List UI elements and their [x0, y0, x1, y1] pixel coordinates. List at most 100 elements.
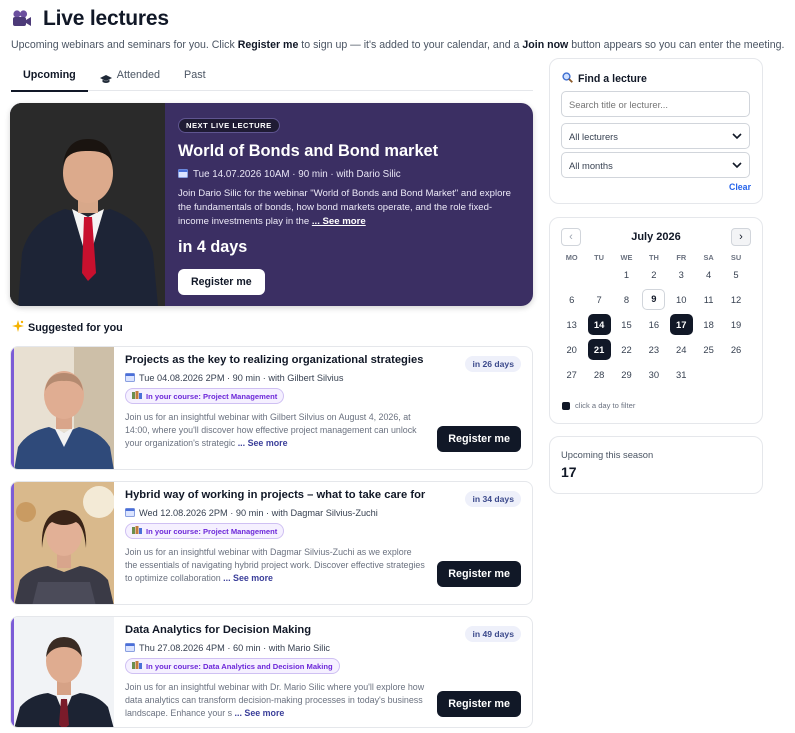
chevron-down-icon	[732, 160, 742, 171]
see-more-link[interactable]: ... See more	[223, 573, 273, 583]
search-input[interactable]	[561, 91, 750, 117]
register-button[interactable]: Register me	[437, 426, 521, 452]
hero-title: World of Bonds and Bond market	[178, 142, 439, 160]
calendar-icon	[125, 372, 135, 384]
weekday-label: MO	[565, 253, 578, 262]
calendar-day[interactable]: 26	[722, 339, 749, 360]
calendar-day[interactable]: 6	[558, 289, 585, 310]
see-more-link[interactable]: ... See more	[235, 708, 285, 718]
weekday-label: SA	[703, 253, 714, 262]
see-more-link[interactable]: ... See more	[238, 438, 288, 448]
calendar-icon	[125, 507, 135, 519]
card-meta: Tue 04.08.2026 2PM · 90 min · with Gilbe…	[125, 372, 455, 384]
tab-past[interactable]: Past	[172, 63, 218, 91]
season-panel: Upcoming this season 17	[549, 436, 763, 494]
calendar-day[interactable]: 30	[640, 364, 667, 385]
suggested-heading: Suggested for you	[12, 320, 123, 335]
magnifier-icon	[562, 72, 573, 86]
hero-content: NEXT LIVE LECTURE World of Bonds and Bon…	[178, 115, 523, 295]
calendar-day[interactable]: 8	[613, 289, 640, 310]
card-body: Hybrid way of working in projects – what…	[125, 489, 455, 585]
weekday-label: SU	[730, 253, 742, 262]
calendar-day[interactable]: 18	[695, 314, 722, 335]
card-title: Projects as the key to realizing organiz…	[125, 354, 424, 366]
hero-description: Join Dario Silic for the webinar "World …	[178, 188, 511, 228]
month-select[interactable]: All months	[561, 152, 750, 178]
register-button[interactable]: Register me	[437, 691, 521, 717]
calendar-day[interactable]: 19	[722, 314, 749, 335]
calendar-day[interactable]: 20	[558, 339, 585, 360]
card-body: Data Analytics for Decision Making Thu 2…	[125, 624, 455, 720]
lecturer-photo	[14, 347, 114, 469]
weekday-label: TH	[648, 253, 659, 262]
sparkles-icon	[12, 320, 24, 335]
calendar-day[interactable]: 13	[558, 314, 585, 335]
register-button[interactable]: Register me	[178, 268, 265, 295]
calendar-panel: ‹ July 2026 › MO TU WE TH FR SA SU 1 2 3 4 5 6 7 8 9 10…	[549, 217, 763, 424]
calendar-day[interactable]: 16	[640, 314, 667, 335]
calendar-week-row: 27 28 29 30 31	[558, 362, 750, 387]
calendar-day[interactable]: 5	[722, 264, 749, 285]
card-title: Hybrid way of working in projects – what…	[125, 489, 426, 501]
calendar-day[interactable]: 11	[695, 289, 722, 310]
lecturer-photo	[10, 103, 165, 306]
calendar-day[interactable]: 3	[668, 264, 695, 285]
calendar-week-row: 12345	[558, 262, 750, 287]
weekday-label: TU	[594, 253, 605, 262]
page-header: Live lectures Upcoming webinars and semi…	[11, 6, 786, 51]
calendar-day[interactable]: 21	[585, 339, 612, 360]
tab-attended[interactable]: Attended	[88, 63, 172, 91]
calendar-day[interactable]: 31	[668, 364, 695, 385]
calendar-empty-cell	[585, 263, 612, 286]
calendar-day[interactable]: 10	[668, 289, 695, 310]
calendar-icon	[125, 642, 135, 654]
calendar-day[interactable]: 12	[722, 289, 749, 310]
card-body: Projects as the key to realizing organiz…	[125, 354, 455, 450]
calendar-icon	[178, 168, 188, 181]
calendar-hint: click a day to filter	[562, 401, 635, 410]
calendar-empty-cell	[558, 263, 585, 286]
calendar-day[interactable]: 29	[613, 364, 640, 385]
lecturer-photo	[14, 617, 114, 727]
weekday-header: MO TU WE TH FR SA SU	[558, 253, 750, 262]
calendar-day[interactable]: 23	[640, 339, 667, 360]
calendar-day[interactable]: 25	[695, 339, 722, 360]
calendar-day[interactable]: 2	[640, 264, 667, 285]
next-month-button[interactable]: ›	[731, 228, 751, 246]
chevron-down-icon	[732, 131, 742, 142]
next-lecture-badge: NEXT LIVE LECTURE	[178, 118, 280, 133]
see-more-link[interactable]: ... See more	[312, 216, 366, 227]
books-icon	[132, 526, 142, 536]
calendar-day[interactable]: 27	[558, 364, 585, 385]
clear-filters-link[interactable]: Clear	[729, 182, 751, 192]
calendar-day[interactable]: 28	[585, 364, 612, 385]
card-description: Join us for an insightful webinar with G…	[125, 412, 417, 448]
books-icon	[132, 391, 142, 401]
days-until-badge: in 49 days	[465, 626, 521, 642]
lecturer-select[interactable]: All lecturers	[561, 123, 750, 149]
find-lecture-panel: Find a lecture All lecturers All months …	[549, 58, 763, 204]
calendar-empty-cell	[695, 363, 722, 386]
tab-bar: Upcoming Attended Past	[11, 63, 533, 92]
calendar-week-row: 6 7 8 9 10 11 12	[558, 287, 750, 312]
card-description: Join us for an insightful webinar with D…	[125, 682, 425, 718]
hero-countdown: in 4 days	[178, 237, 248, 256]
calendar-day[interactable]: 7	[585, 289, 612, 310]
lecture-card: Projects as the key to realizing organiz…	[10, 346, 533, 470]
calendar-day[interactable]: 17	[668, 314, 695, 335]
season-label: Upcoming this season	[561, 449, 654, 460]
calendar-day[interactable]: 4	[695, 264, 722, 285]
calendar-day[interactable]: 22	[613, 339, 640, 360]
calendar-day[interactable]: 15	[613, 314, 640, 335]
calendar-day[interactable]: 14	[585, 314, 612, 335]
calendar-day[interactable]: 9	[640, 289, 667, 310]
register-button[interactable]: Register me	[437, 561, 521, 587]
tab-upcoming[interactable]: Upcoming	[11, 63, 88, 92]
course-badge: In your course: Project Management	[125, 388, 285, 404]
calendar-day[interactable]: 24	[668, 339, 695, 360]
card-meta: Thu 27.08.2026 4PM · 60 min · with Mario…	[125, 642, 455, 654]
calendar-day[interactable]: 1	[613, 264, 640, 285]
find-lecture-title: Find a lecture	[562, 72, 647, 86]
card-meta: Wed 12.08.2026 2PM · 90 min · with Dagma…	[125, 507, 455, 519]
graduation-cap-icon	[99, 69, 112, 93]
